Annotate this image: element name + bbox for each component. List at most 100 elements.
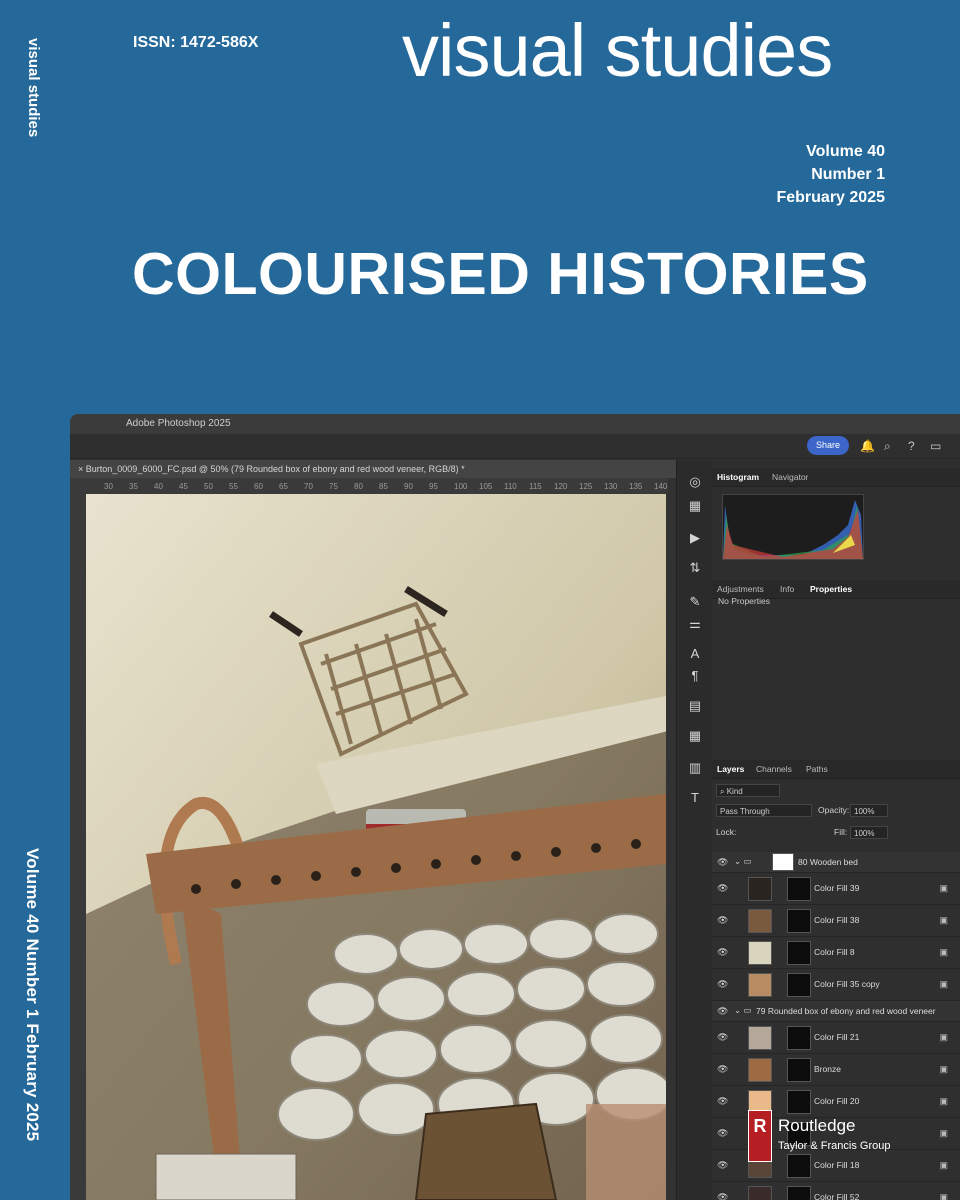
character-icon[interactable]: A (685, 646, 705, 661)
grid-icon[interactable]: ▦ (685, 728, 705, 744)
layer-name: Color Fill 52 (814, 1192, 860, 1200)
clip-icon: ▣ (939, 883, 948, 893)
layout-icon[interactable]: ▤ (685, 698, 705, 714)
visibility-eye-icon[interactable]: 👁 (717, 1128, 728, 1139)
notes-icon[interactable]: ▥ (685, 760, 705, 776)
layer-mask-thumbnail[interactable] (787, 1186, 811, 1200)
visibility-eye-icon[interactable]: 👁 (717, 979, 728, 990)
layer-mask-thumbnail[interactable] (787, 909, 811, 933)
ruler-tick: 80 (354, 482, 363, 491)
paragraph-icon[interactable]: ¶ (685, 668, 705, 683)
ruler-tick: 140 (654, 482, 668, 491)
layer-row[interactable]: 👁 ▣ Color Fill 52 (712, 1182, 960, 1200)
visibility-eye-icon[interactable]: 👁 (717, 1096, 728, 1107)
layer-row[interactable]: 👁 ▣ Color Fill 21 (712, 1022, 960, 1054)
brush-icon[interactable]: ✎ (685, 594, 705, 610)
layer-color-swatch[interactable] (748, 1058, 772, 1082)
layer-row[interactable]: 👁 ▣ Color Fill 38 (712, 905, 960, 937)
layer-mask-thumbnail[interactable] (787, 941, 811, 965)
play-icon[interactable]: ▶ (685, 530, 705, 546)
masthead-title: visual studies (402, 9, 833, 92)
tab-paths[interactable]: Paths (806, 764, 828, 774)
clone-icon[interactable]: ⇅ (685, 560, 705, 576)
folder-icon[interactable]: ⌄ ▭ (734, 856, 752, 867)
visibility-eye-icon[interactable]: 👁 (717, 1006, 728, 1017)
search-icon[interactable]: ⌕ (884, 439, 891, 454)
lock-label: Lock: (716, 827, 737, 837)
workspace-icon[interactable]: ▭ (930, 439, 941, 453)
no-properties-text: No Properties (718, 596, 770, 606)
ruler-tick: 30 (104, 482, 113, 491)
visibility-eye-icon[interactable]: 👁 (717, 857, 728, 868)
layer-row[interactable]: 👁 ▣ Color Fill 35 copy (712, 969, 960, 1001)
volume: Volume 40 (806, 143, 885, 160)
tab-layers[interactable]: Layers (717, 764, 744, 774)
ruler-tick: 70 (304, 482, 313, 491)
layer-row[interactable]: 👁 ▣ Bronze (712, 1054, 960, 1086)
tab-navigator[interactable]: Navigator (772, 472, 808, 482)
visibility-eye-icon[interactable]: 👁 (717, 915, 728, 926)
ruler-tick: 105 (479, 482, 493, 491)
type-tool-icon[interactable]: T (685, 790, 705, 805)
layer-mask-thumbnail[interactable] (787, 877, 811, 901)
horizontal-ruler: 30 35 40 45 50 55 60 65 70 75 80 85 90 95 100 105 110 115… (70, 478, 668, 494)
layer-mask-thumbnail[interactable] (787, 1058, 811, 1082)
ruler-tick: 40 (154, 482, 163, 491)
app-title: Adobe Photoshop 2025 (126, 418, 231, 429)
layer-color-swatch[interactable] (748, 1186, 772, 1200)
kind-filter[interactable]: ⌕ Kind (716, 784, 780, 797)
ruler-tick: 55 (229, 482, 238, 491)
folder-icon[interactable]: ⌄ ▭ (734, 1005, 752, 1016)
layer-row[interactable]: 👁 ▣ Color Fill 8 (712, 937, 960, 969)
ruler-tick: 125 (579, 482, 593, 491)
layer-color-swatch[interactable] (748, 973, 772, 997)
layer-mask-thumbnail[interactable] (787, 1026, 811, 1050)
blend-mode-select[interactable]: Pass Through (716, 804, 812, 817)
tab-channels[interactable]: Channels (756, 764, 792, 774)
layer-color-swatch[interactable] (748, 909, 772, 933)
ruler-tick: 135 (629, 482, 643, 491)
layer-name: 79 Rounded box of ebony and red wood ven… (756, 1006, 936, 1016)
visibility-eye-icon[interactable]: 👁 (717, 1032, 728, 1043)
layer-row[interactable]: 👁 ▣ Color Fill 39 (712, 873, 960, 905)
sliders-icon[interactable]: ⚌ (685, 616, 705, 632)
histogram-graph (722, 494, 864, 560)
panel-icon-strip: ◎ ▦ ▶ ⇅ ✎ ⚌ A ¶ ▤ ▦ ▥ T (676, 460, 714, 1200)
ruler-tick: 75 (329, 482, 338, 491)
layer-group-row[interactable]: 👁 ⌄ ▭ 79 Rounded box of ebony and red wood… (712, 1001, 960, 1022)
document-tab[interactable]: × Burton_0009_6000_FC.psd @ 50% (79 Roun… (70, 460, 676, 478)
close-icon[interactable]: × (78, 464, 86, 474)
clip-icon: ▣ (939, 1128, 948, 1138)
fill-field[interactable]: 100% (850, 826, 888, 839)
clip-icon: ▣ (939, 1064, 948, 1074)
share-button[interactable]: Share (807, 436, 849, 455)
table-icon[interactable]: ▦ (685, 498, 705, 514)
layer-name: Color Fill 8 (814, 947, 855, 957)
publisher-logo: R Routledge Taylor & Francis Group (738, 1108, 918, 1168)
help-icon[interactable]: ? (908, 439, 915, 453)
visibility-eye-icon[interactable]: 👁 (717, 1064, 728, 1075)
ruler-tick: 95 (429, 482, 438, 491)
bell-icon[interactable]: 🔔 (860, 439, 875, 453)
document-canvas[interactable] (86, 494, 666, 1200)
tab-properties[interactable]: Properties (810, 584, 852, 594)
visibility-eye-icon[interactable]: 👁 (717, 1192, 728, 1200)
ruler-tick: 35 (129, 482, 138, 491)
layer-mask-thumbnail[interactable] (787, 973, 811, 997)
vertical-ruler (70, 494, 86, 1200)
layer-color-swatch[interactable] (748, 1026, 772, 1050)
tab-histogram[interactable]: Histogram (717, 472, 759, 482)
opacity-field[interactable]: 100% (850, 804, 888, 817)
tab-adjustments[interactable]: Adjustments (717, 584, 764, 594)
visibility-eye-icon[interactable]: 👁 (717, 1160, 728, 1171)
layer-color-swatch[interactable] (748, 941, 772, 965)
histogram-tabs: Histogram Navigator (712, 468, 960, 487)
layer-color-swatch[interactable] (748, 877, 772, 901)
issue-date: February 2025 (776, 189, 885, 206)
ruler-tick: 45 (179, 482, 188, 491)
visibility-eye-icon[interactable]: 👁 (717, 883, 728, 894)
visibility-eye-icon[interactable]: 👁 (717, 947, 728, 958)
tab-info[interactable]: Info (780, 584, 794, 594)
palette-icon[interactable]: ◎ (685, 474, 705, 490)
layer-group-row[interactable]: 👁 ⌄ ▭ 80 Wooden bed (712, 852, 960, 873)
